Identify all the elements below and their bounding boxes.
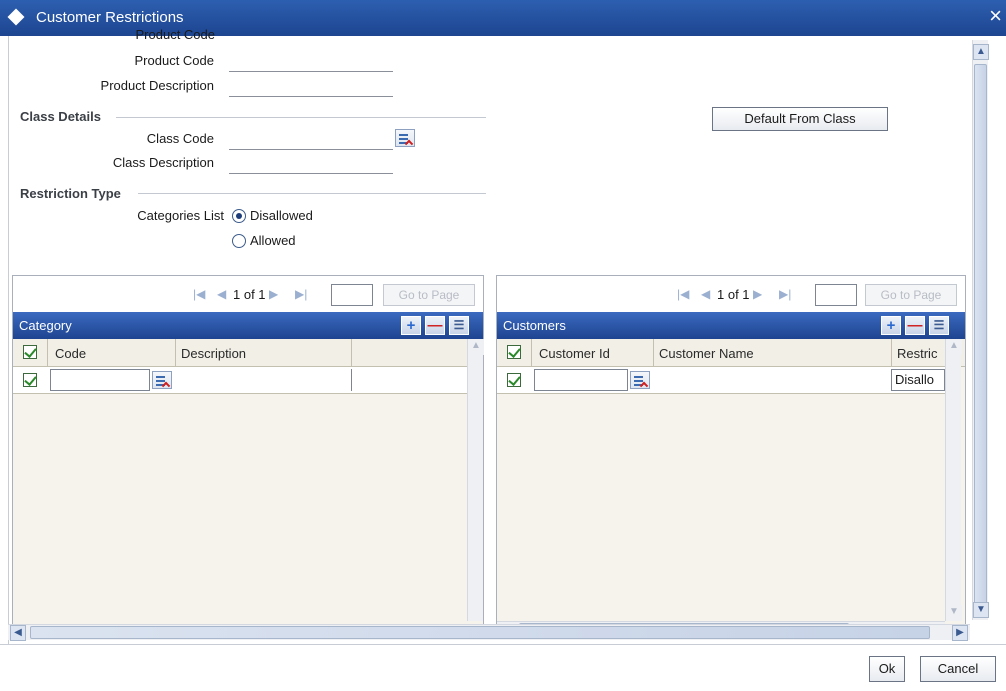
category-code-lookup-icon[interactable] — [152, 371, 172, 391]
customer-id-column: Customer Id — [539, 346, 610, 361]
disallowed-label: Disallowed — [250, 208, 313, 223]
page-horizontal-scrollbar[interactable]: ◀ ▶ — [8, 624, 970, 641]
add-row-icon[interactable]: + — [881, 316, 901, 335]
category-column-header: Code Description — [13, 339, 483, 367]
next-page-icon[interactable]: ▶ — [269, 287, 278, 301]
category-vertical-scrollbar[interactable]: ▲ — [467, 339, 484, 621]
column-separator — [351, 339, 352, 367]
customers-column-header: Customer Id Customer Name Restric — [497, 339, 965, 367]
page-h-scroll-thumb[interactable] — [30, 626, 930, 639]
allowed-radio[interactable] — [232, 234, 246, 248]
category-row-checkbox[interactable] — [23, 373, 37, 387]
customers-select-all-checkbox[interactable] — [507, 345, 521, 359]
customers-page-input[interactable] — [815, 284, 857, 306]
class-code-lookup-icon[interactable] — [395, 129, 415, 149]
page-vertical-scrollbar[interactable]: ▲ ▼ — [972, 40, 989, 620]
last-page-icon[interactable]: ▶| — [779, 287, 791, 301]
column-separator — [47, 339, 48, 367]
page-scroll-up-icon[interactable]: ▲ — [973, 44, 989, 60]
single-view-icon[interactable]: ☰ — [929, 316, 949, 335]
class-code-label: Class Code — [146, 131, 214, 146]
window-title: Customer Restrictions — [36, 9, 184, 26]
customer-id-lookup-icon[interactable] — [630, 371, 650, 391]
customers-grid-header: Customers + — ☰ — [497, 312, 965, 339]
allowed-label: Allowed — [250, 233, 296, 248]
ok-button[interactable]: Ok — [869, 656, 905, 682]
restriction-type-title: Restriction Type — [20, 186, 121, 201]
category-description-column: Description — [181, 346, 247, 361]
categories-list-label: Categories List — [137, 208, 224, 223]
single-view-icon[interactable]: ☰ — [449, 316, 469, 335]
category-pager: |◀ ◀ 1 of 1 ▶ ▶| Go to Page — [13, 276, 483, 312]
product-code-label: Product Code — [135, 27, 216, 42]
scroll-up-icon[interactable]: ▲ — [468, 339, 484, 355]
category-table-row — [13, 367, 483, 394]
first-page-icon[interactable]: |◀ — [193, 287, 205, 301]
customers-page-indicator: 1 of 1 — [717, 287, 750, 302]
customers-pager: |◀ ◀ 1 of 1 ▶ ▶| Go to Page — [497, 276, 965, 312]
category-page-indicator: 1 of 1 — [233, 287, 266, 302]
customers-grid-title: Customers — [503, 318, 566, 333]
customer-name-column: Customer Name — [659, 346, 754, 361]
column-separator — [531, 339, 532, 367]
restriction-type-divider — [138, 193, 486, 194]
page-scroll-down-icon[interactable]: ▼ — [973, 602, 989, 618]
add-row-icon[interactable]: + — [401, 316, 421, 335]
category-grid: |◀ ◀ 1 of 1 ▶ ▶| Go to Page Category + —… — [12, 275, 484, 640]
prev-page-icon[interactable]: ◀ — [701, 287, 710, 301]
customers-grid: |◀ ◀ 1 of 1 ▶ ▶| Go to Page Customers + … — [496, 275, 966, 640]
customer-row-checkbox[interactable] — [507, 373, 521, 387]
class-description-label: Class Description — [112, 155, 214, 170]
disallowed-radio[interactable] — [232, 209, 246, 223]
page-scroll-left-icon[interactable]: ◀ — [10, 625, 26, 641]
delete-row-icon[interactable]: — — [425, 316, 445, 335]
customers-vertical-scrollbar[interactable]: ▲ ▼ — [945, 339, 962, 621]
cancel-button[interactable]: Cancel — [920, 656, 996, 682]
customer-name-cell[interactable] — [654, 369, 890, 391]
category-code-cell[interactable] — [50, 369, 150, 391]
close-icon[interactable]: × — [989, 4, 1002, 28]
column-separator — [891, 339, 892, 367]
category-page-input[interactable] — [331, 284, 373, 306]
customers-table-row: Disallo — [497, 367, 945, 394]
category-select-all-checkbox[interactable] — [23, 345, 37, 359]
category-grid-header: Category + — ☰ — [13, 312, 483, 339]
product-description-field[interactable] — [229, 77, 393, 97]
default-from-class-button[interactable]: Default From Class — [712, 107, 888, 131]
first-page-icon[interactable]: |◀ — [677, 287, 689, 301]
column-separator — [175, 339, 176, 367]
class-description-field[interactable] — [229, 154, 393, 174]
next-page-icon[interactable]: ▶ — [753, 287, 762, 301]
page-v-scroll-thumb[interactable] — [974, 64, 987, 614]
category-grid-title: Category — [19, 318, 72, 333]
restriction-column: Restric — [897, 346, 938, 361]
category-code-column: Code — [55, 346, 87, 361]
class-details-title: Class Details — [20, 109, 101, 124]
category-go-to-page-button[interactable]: Go to Page — [383, 284, 475, 306]
product-code-field[interactable] — [229, 52, 393, 72]
customer-id-cell[interactable] — [534, 369, 628, 391]
class-details-divider — [116, 117, 486, 118]
app-diamond-icon — [7, 8, 25, 26]
dialog-footer: Ok Cancel — [0, 644, 1006, 691]
product-code-text: Product Code — [134, 53, 215, 68]
prev-page-icon[interactable]: ◀ — [217, 287, 226, 301]
delete-row-icon[interactable]: — — [905, 316, 925, 335]
restriction-cell[interactable]: Disallo — [891, 369, 945, 391]
product-description-label: Product Description — [100, 78, 214, 93]
column-separator — [653, 339, 654, 367]
customers-go-to-page-button[interactable]: Go to Page — [865, 284, 957, 306]
page-scroll-right-icon[interactable]: ▶ — [952, 625, 968, 641]
last-page-icon[interactable]: ▶| — [295, 287, 307, 301]
class-code-field[interactable] — [229, 130, 393, 150]
category-description-cell[interactable] — [176, 369, 352, 391]
scroll-down-icon[interactable]: ▼ — [946, 605, 962, 621]
scroll-up-icon[interactable]: ▲ — [946, 339, 962, 355]
